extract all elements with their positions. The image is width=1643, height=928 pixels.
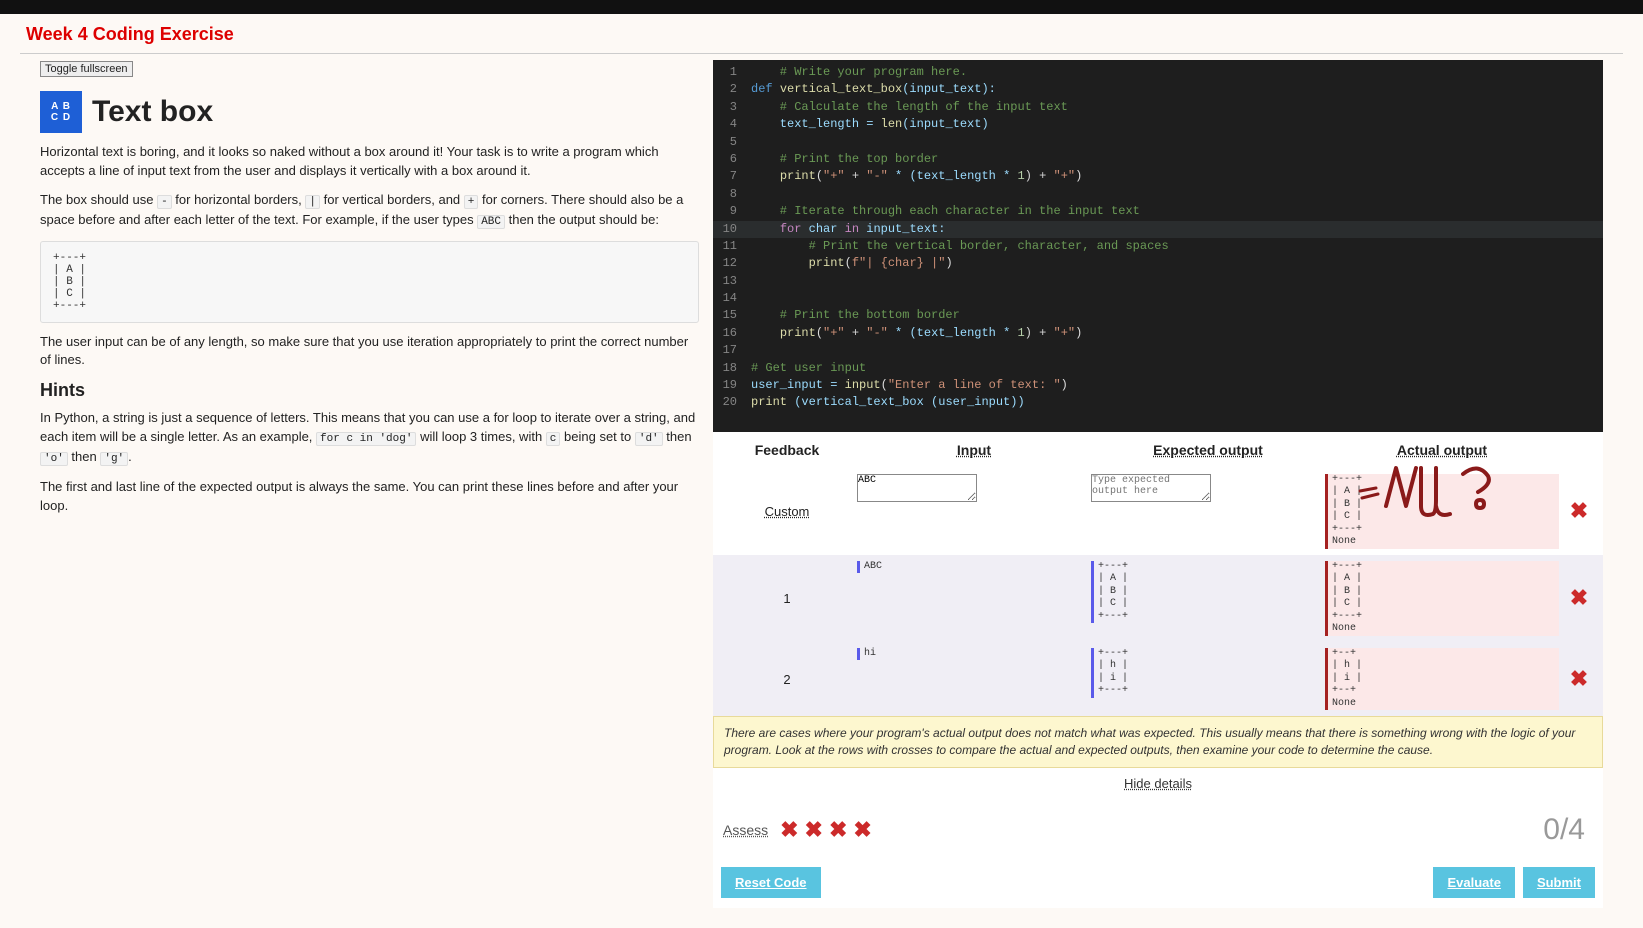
toggle-fullscreen-button[interactable]: Toggle fullscreen: [40, 61, 133, 77]
expected-col-header: Expected output: [1091, 442, 1325, 458]
code-inline: 'g': [100, 452, 128, 466]
code-inline: +: [464, 195, 479, 209]
main-container: Toggle fullscreen A B C D Text box Horiz…: [20, 53, 1623, 928]
custom-row-label: Custom: [717, 504, 857, 519]
test-expected-cell: +---+ | A | | B | | C | +---+: [1091, 561, 1325, 624]
cross-icon: ✖: [1559, 666, 1599, 692]
code-inline: for c in 'dog': [316, 432, 416, 446]
button-row: Reset Code Evaluate Submit: [713, 861, 1603, 908]
test-actual-cell: +--+ | h | | i | +--+ None: [1325, 648, 1559, 711]
cross-icon: ✖: [1559, 585, 1599, 611]
work-panel: 1 # Write your program here. 2def vertic…: [713, 60, 1603, 908]
custom-input-textarea[interactable]: [857, 474, 977, 502]
example-output-box: +---+ | A | | B | | C | +---+: [40, 241, 699, 323]
assess-crosses-icon: ✖✖✖✖: [780, 817, 878, 843]
reset-code-button[interactable]: Reset Code: [721, 867, 821, 898]
code-inline: c: [546, 432, 561, 446]
code-inline: -: [157, 195, 172, 209]
submit-button[interactable]: Submit: [1523, 867, 1595, 898]
hide-details-row: Hide details: [713, 768, 1603, 799]
task-title: Text box: [92, 95, 213, 129]
score-display: 0/4: [1543, 813, 1593, 847]
feedback-col-header: Feedback: [717, 442, 857, 458]
test-row-label: 1: [717, 591, 857, 606]
problem-panel: Toggle fullscreen A B C D Text box Horiz…: [40, 60, 699, 908]
top-nav-bar: [0, 0, 1643, 14]
feedback-message: There are cases where your program's act…: [713, 716, 1603, 768]
cross-icon: ✖: [1559, 498, 1599, 524]
code-inline: ABC: [477, 215, 505, 229]
task-description-1: Horizontal text is boring, and it looks …: [40, 143, 699, 181]
test-input-cell: hi: [857, 648, 1091, 661]
code-inline: 'o': [40, 452, 68, 466]
test-row-label: 2: [717, 672, 857, 687]
feedback-row-2: 2 hi +---+ | h | | i | +---+ +--+ | h | …: [713, 642, 1603, 717]
code-inline: |: [305, 195, 320, 209]
evaluate-button[interactable]: Evaluate: [1433, 867, 1514, 898]
task-icon: A B C D: [40, 91, 82, 133]
input-col-header: Input: [857, 442, 1091, 458]
hints-para-1: In Python, a string is just a sequence o…: [40, 409, 699, 468]
feedback-row-1: 1 ABC +---+ | A | | B | | C | +---+ +---…: [713, 555, 1603, 642]
task-header: A B C D Text box: [40, 91, 699, 133]
hints-heading: Hints: [40, 380, 699, 401]
actual-col-header: Actual output: [1325, 442, 1559, 458]
hints-para-2: The first and last line of the expected …: [40, 478, 699, 516]
feedback-panel: Feedback Input Expected output Actual ou…: [713, 432, 1603, 908]
feedback-header-row: Feedback Input Expected output Actual ou…: [713, 432, 1603, 468]
feedback-row-custom: Custom +---+ | A | | B | | C | +---+ Non…: [713, 468, 1603, 555]
task-description-2: The box should use - for horizontal bord…: [40, 191, 699, 231]
assess-label: Assess: [723, 822, 768, 838]
task-description-3: The user input can be of any length, so …: [40, 333, 699, 371]
page-title: Week 4 Coding Exercise: [0, 14, 1643, 53]
custom-actual-cell: +---+ | A | | B | | C | +---+ None: [1325, 474, 1559, 549]
test-input-cell: ABC: [857, 561, 1091, 574]
code-inline: 'd': [635, 432, 663, 446]
hide-details-link[interactable]: Hide details: [1124, 776, 1192, 791]
code-editor[interactable]: 1 # Write your program here. 2def vertic…: [713, 60, 1603, 432]
test-expected-cell: +---+ | h | | i | +---+: [1091, 648, 1325, 698]
test-actual-cell: +---+ | A | | B | | C | +---+ None: [1325, 561, 1559, 636]
assess-row: Assess ✖✖✖✖ 0/4: [713, 799, 1603, 861]
custom-expected-textarea[interactable]: [1091, 474, 1211, 502]
